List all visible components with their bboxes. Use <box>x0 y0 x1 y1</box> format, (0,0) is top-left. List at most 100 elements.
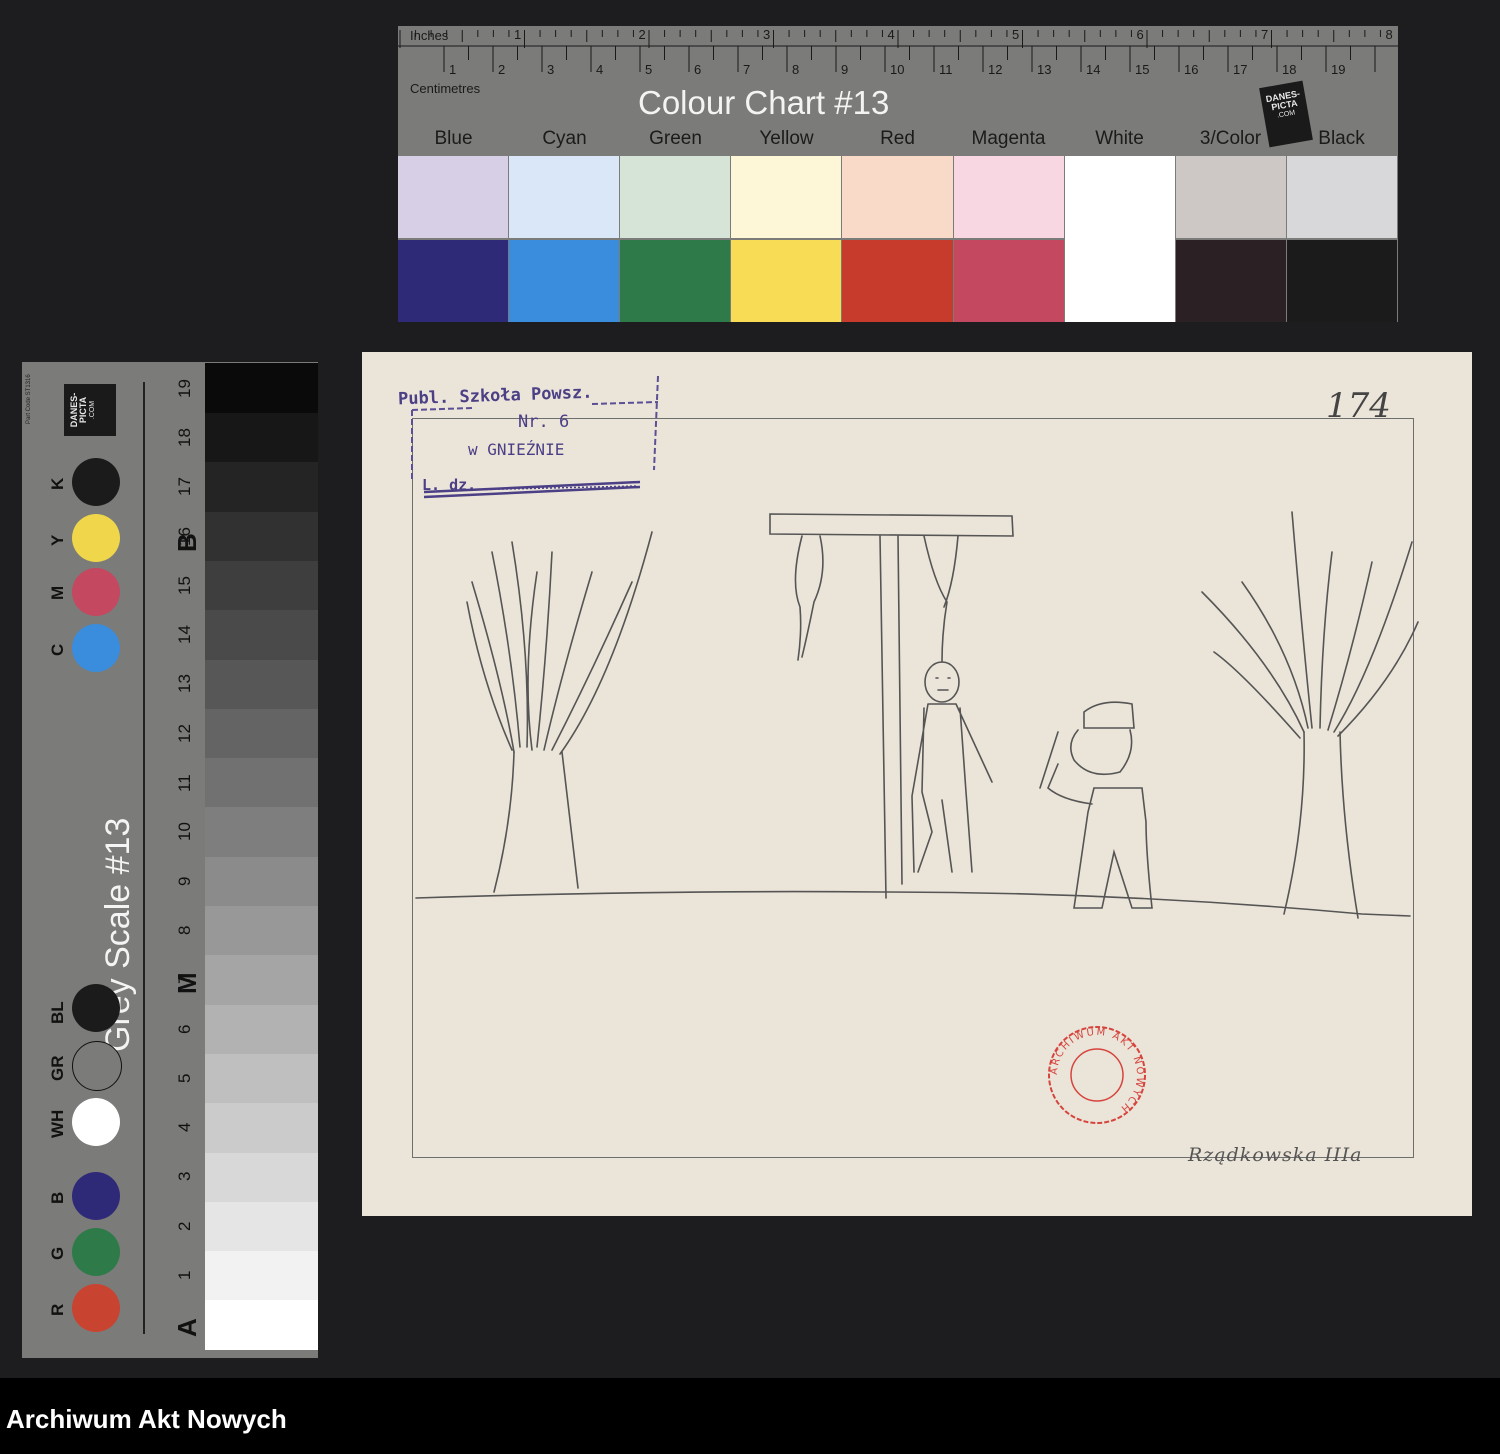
document-page: Publ. Szkoła Powsz. Nr. 6 w GNIEŹNIE L. … <box>362 352 1472 1216</box>
colour-chart: Inches Centimetres 12345678 1 2 3 4 5 6 7 8 9 10 1… <box>398 26 1398 322</box>
cm-number: 17 <box>1233 62 1248 77</box>
step-number: 12 <box>175 723 194 743</box>
centimetres-label: Centimetres <box>410 81 481 96</box>
grey-step <box>205 1004 318 1054</box>
pencil-drawing <box>415 511 1419 919</box>
inch-number: 6 <box>1136 27 1144 42</box>
scale-line <box>143 382 145 1334</box>
cm-number: 11 <box>939 62 953 77</box>
dot-label: GR <box>48 1055 67 1082</box>
color-name: White <box>1095 128 1144 149</box>
reference-dot <box>72 514 120 562</box>
inch-number: 7 <box>1261 27 1269 42</box>
swatch-light <box>731 156 842 238</box>
letter-m: M <box>172 972 202 994</box>
step-number: 3 <box>175 1171 194 1182</box>
swatch-dark <box>509 240 620 322</box>
logo-text: DANES-PICTA <box>69 392 89 428</box>
cm-number: 2 <box>498 62 506 77</box>
color-name: Green <box>649 128 702 149</box>
step-number: 6 <box>175 1024 194 1034</box>
logo-text: DANES-PICTA <box>1265 88 1301 113</box>
footer-archive-name: Archiwum Akt Nowych <box>6 1404 287 1434</box>
swatch-dark <box>842 240 953 322</box>
cm-number: 19 <box>1331 62 1346 77</box>
step-number: 5 <box>175 1073 194 1083</box>
grey-step <box>205 1300 318 1350</box>
logo-sub: .COM <box>88 400 96 420</box>
cm-number: 9 <box>841 62 849 77</box>
dot-label: B <box>48 1191 67 1204</box>
grey-step <box>205 363 318 414</box>
cm-number: 6 <box>694 62 702 77</box>
step-number: 18 <box>175 427 194 447</box>
grey-step <box>205 511 318 561</box>
reference-dot <box>72 624 120 672</box>
dot-label: G <box>48 1246 67 1260</box>
color-name: Black <box>1318 128 1365 149</box>
cm-number: 12 <box>988 62 1003 77</box>
step-number: 4 <box>175 1122 194 1133</box>
dot-label: Y <box>48 534 67 546</box>
danes-picta-logo-vertical: DANES-PICTA .COM <box>64 384 116 436</box>
swatch-light <box>1286 156 1397 238</box>
swatch-light <box>398 156 509 238</box>
cm-number: 4 <box>596 62 604 77</box>
cm-number: 18 <box>1282 62 1297 77</box>
step-number: 19 <box>175 378 194 398</box>
left-tree <box>466 531 653 893</box>
swatch-dark <box>1175 240 1286 322</box>
swatch-light <box>953 156 1064 238</box>
grey-step <box>205 1152 318 1202</box>
step-number: 13 <box>175 674 194 694</box>
reference-dot <box>72 1228 120 1276</box>
cm-number: 1 <box>449 62 457 77</box>
dot-label: M <box>48 585 67 600</box>
cm-number: 10 <box>890 62 905 77</box>
grey-step <box>205 856 318 907</box>
inch-number: 3 <box>763 27 771 42</box>
soldier-figure <box>1039 701 1153 909</box>
grey-step <box>205 954 318 1005</box>
grey-step <box>205 1201 318 1252</box>
grey-step <box>205 807 318 857</box>
step-number: 8 <box>175 925 194 935</box>
letter-b: B <box>172 533 202 552</box>
color-name: Red <box>880 128 915 149</box>
grey-step <box>205 1053 318 1104</box>
dot-label: WH <box>48 1109 67 1138</box>
gallows <box>769 513 1014 899</box>
cm-number: 3 <box>547 62 555 77</box>
color-name: 3/Color <box>1199 128 1262 149</box>
grey-step <box>205 905 318 956</box>
footer-bar: Archiwum Akt Nowych <box>0 1378 1500 1454</box>
swatch-dark <box>953 240 1064 322</box>
grey-step <box>205 609 318 660</box>
grey-step <box>205 757 318 808</box>
grey-step <box>205 1102 318 1153</box>
inch-number: 2 <box>638 27 646 42</box>
swatch-dark <box>398 240 509 322</box>
step-number: 17 <box>175 477 194 497</box>
swatch-dark <box>620 240 731 322</box>
cm-number: 8 <box>792 62 800 77</box>
right-tree <box>1201 511 1419 919</box>
step-number: 15 <box>175 575 194 595</box>
step-number: 10 <box>175 822 194 842</box>
inch-number: 1 <box>514 27 522 42</box>
step-number: 11 <box>175 774 194 792</box>
swatch-light <box>1175 156 1286 238</box>
grey-step <box>205 1250 318 1301</box>
cm-number: 15 <box>1135 62 1150 77</box>
cm-number: 13 <box>1037 62 1052 77</box>
dot-label: K <box>48 477 67 490</box>
grey-step <box>205 461 318 512</box>
grey-step <box>205 708 318 759</box>
grey-scale-chart: Part Code ST1316 DANES-PICTA .COM Grey S… <box>22 362 318 1358</box>
step-number: 14 <box>175 625 194 645</box>
color-swatches <box>398 156 1398 322</box>
color-name: Blue <box>434 128 473 149</box>
dot-label: C <box>48 643 67 656</box>
step-number: 2 <box>175 1221 194 1231</box>
reference-dot <box>72 458 120 506</box>
